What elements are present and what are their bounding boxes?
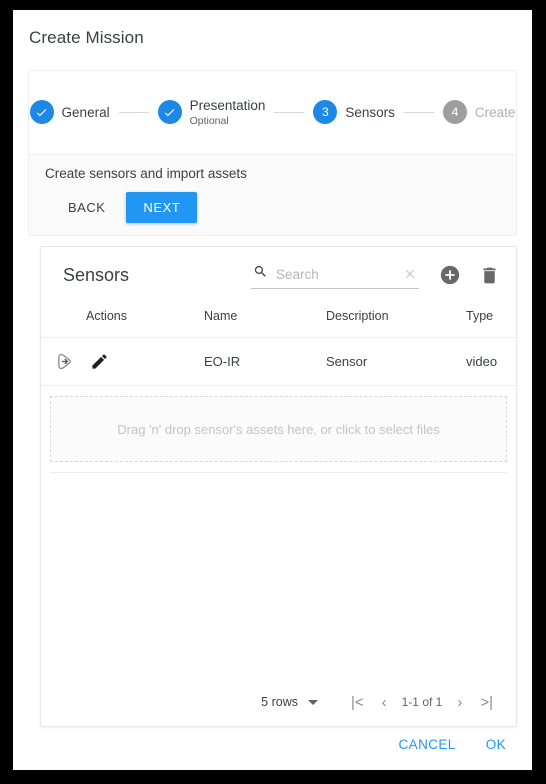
close-icon[interactable] bbox=[403, 267, 417, 281]
step-presentation-label: Presentation bbox=[189, 97, 266, 113]
import-arrow-icon[interactable] bbox=[55, 351, 76, 372]
cell-type: video bbox=[466, 337, 516, 386]
rows-per-page-label: 5 rows bbox=[261, 695, 298, 709]
cancel-button[interactable]: CANCEL bbox=[387, 729, 468, 760]
sensors-toolbar: Sensors bbox=[41, 247, 516, 303]
step-connector-1 bbox=[118, 111, 149, 113]
stepper-panel: General Presentation Optional 3 Sensors … bbox=[28, 70, 517, 236]
step-create-circle: 4 bbox=[442, 100, 467, 125]
step-sensors-label: Sensors bbox=[345, 104, 395, 120]
search-icon bbox=[253, 264, 268, 284]
step-general-circle bbox=[29, 100, 54, 125]
stepper-actions: BACK NEXT bbox=[45, 192, 516, 223]
search-input[interactable] bbox=[276, 266, 395, 282]
stepper-body: Create sensors and import assets BACK NE… bbox=[29, 155, 516, 235]
cell-description: Sensor bbox=[326, 337, 466, 386]
next-button[interactable]: NEXT bbox=[126, 192, 198, 223]
ok-button[interactable]: OK bbox=[474, 729, 518, 760]
table-header: Actions Name Description Type bbox=[41, 303, 516, 338]
dropzone-text: Drag 'n' drop sensor's assets here, or c… bbox=[117, 421, 440, 437]
edit-pencil-icon[interactable] bbox=[90, 352, 109, 371]
step-create-label: Create bbox=[474, 104, 516, 120]
row-actions-cell bbox=[41, 337, 204, 386]
step-connector-3 bbox=[403, 111, 434, 113]
table-row[interactable]: EO-IR Sensor video bbox=[41, 337, 516, 386]
stepper-caption: Create sensors and import assets bbox=[45, 166, 247, 181]
column-header-type: Type bbox=[466, 309, 494, 323]
previous-page-button[interactable]: ‹ bbox=[373, 695, 396, 710]
first-page-button[interactable]: |< bbox=[342, 695, 373, 710]
step-general[interactable]: General bbox=[29, 100, 110, 125]
step-sensors-circle: 3 bbox=[313, 100, 338, 125]
column-header-actions: Actions bbox=[86, 309, 127, 323]
column-header-description: Description bbox=[326, 309, 389, 323]
dialog-footer: CANCEL OK bbox=[13, 718, 532, 770]
sensors-table: Actions Name Description Type EO-IR Sens… bbox=[41, 303, 516, 386]
create-mission-dialog: Create Mission General Presentation Opti… bbox=[13, 10, 532, 770]
sensors-card: Sensors Search Actions Name Description … bbox=[40, 246, 517, 727]
next-page-button[interactable]: › bbox=[448, 695, 471, 710]
step-presentation-circle bbox=[157, 100, 182, 125]
step-presentation[interactable]: Presentation Optional bbox=[157, 97, 266, 128]
chevron-down-icon bbox=[307, 699, 318, 705]
rows-per-page-select[interactable]: 5 rows bbox=[261, 695, 318, 709]
add-sensor-button[interactable] bbox=[439, 264, 461, 286]
column-header-name: Name bbox=[204, 309, 238, 323]
stepper: General Presentation Optional 3 Sensors … bbox=[29, 71, 516, 155]
table-divider bbox=[50, 472, 507, 473]
search-field[interactable] bbox=[251, 261, 419, 289]
page-title: Create Mission bbox=[29, 28, 144, 47]
step-general-label: General bbox=[61, 104, 110, 120]
step-create[interactable]: 4 Create bbox=[442, 100, 516, 125]
step-sensors[interactable]: 3 Sensors bbox=[313, 100, 395, 125]
last-page-button[interactable]: >| bbox=[471, 695, 502, 710]
page-range-label: 1-1 of 1 bbox=[401, 695, 443, 709]
sensors-heading: Sensors bbox=[63, 264, 130, 285]
delete-sensor-button[interactable] bbox=[479, 265, 500, 286]
step-presentation-sublabel: Optional bbox=[189, 115, 229, 128]
step-connector-2 bbox=[274, 111, 305, 113]
back-button[interactable]: BACK bbox=[55, 193, 118, 222]
cell-name: EO-IR bbox=[204, 337, 326, 386]
assets-dropzone[interactable]: Drag 'n' drop sensor's assets here, or c… bbox=[50, 396, 507, 462]
